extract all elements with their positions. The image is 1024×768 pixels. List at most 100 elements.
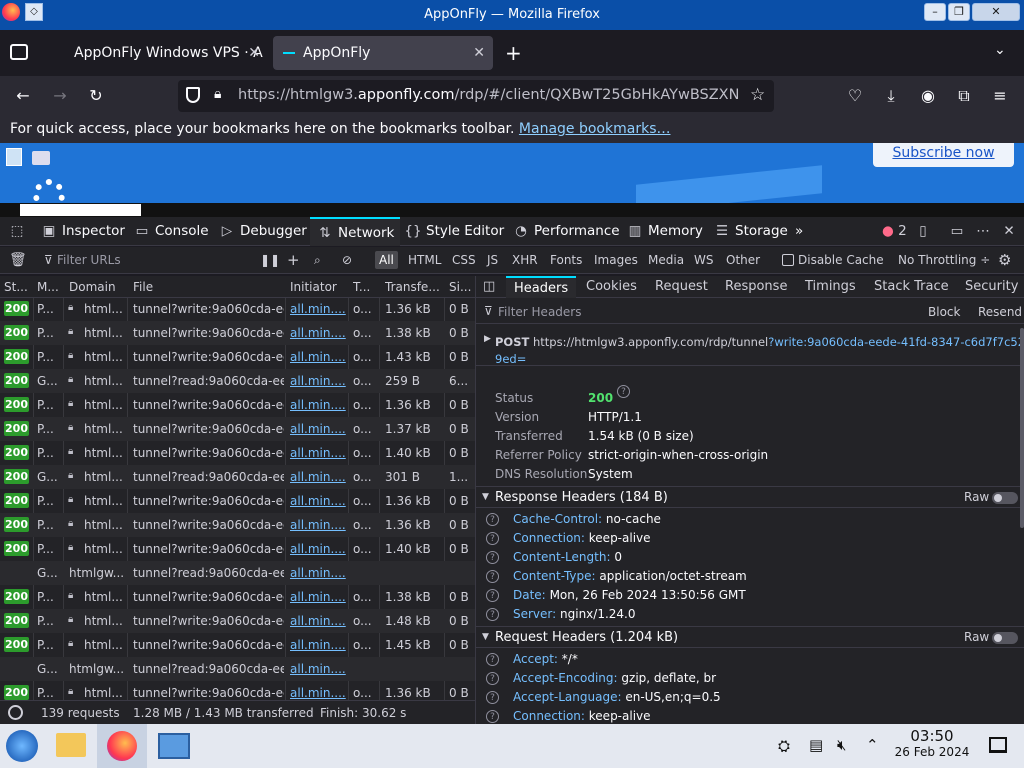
- remote-desktop-icon[interactable]: [158, 733, 190, 759]
- firefox-view-icon[interactable]: [10, 44, 28, 60]
- tab-cookies[interactable]: Cookies: [586, 279, 637, 294]
- column-initiator[interactable]: Initiator: [290, 280, 346, 294]
- tab-memory[interactable]: ▥ Memory: [626, 217, 703, 246]
- close-tab-icon[interactable]: ✕: [473, 36, 485, 70]
- bookmark-star-icon[interactable]: ☆: [750, 85, 765, 105]
- tab-console[interactable]: ▭ Console: [133, 217, 209, 246]
- header-help-icon[interactable]: ?: [486, 513, 499, 526]
- tab-timings[interactable]: Timings: [805, 279, 856, 294]
- lock-icon[interactable]: 🔒︎: [214, 86, 221, 102]
- start-button[interactable]: [6, 730, 38, 762]
- tab-security[interactable]: Security: [965, 279, 1018, 294]
- filter-xhr-button[interactable]: XHR: [508, 251, 542, 269]
- expand-arrow-icon[interactable]: ▶: [484, 334, 491, 344]
- initiator-link[interactable]: all.min....: [290, 542, 346, 556]
- table-row[interactable]: 200 P... 🔒︎ html... tunnel?write:9a060cda-ee…: [0, 489, 475, 513]
- throttling-select[interactable]: No Throttling ÷: [898, 247, 990, 273]
- initiator-link[interactable]: all.min....: [290, 518, 346, 532]
- request-headers-section[interactable]: ▼ Request Headers (1.204 kB) Raw: [476, 626, 1024, 648]
- initiator-link[interactable]: all.min....: [290, 350, 346, 364]
- disable-cache-label[interactable]: Disable Cache: [798, 247, 884, 273]
- column-transferred[interactable]: Transfe...: [385, 280, 443, 294]
- disable-cache-checkbox[interactable]: [782, 254, 794, 266]
- header-row[interactable]: Cache-Control: no-cache: [513, 512, 661, 526]
- table-row[interactable]: G... htmlgw... tunnel?read:9a060cda-eede al…: [0, 657, 475, 681]
- search-icon[interactable]: ⌕: [314, 247, 321, 273]
- new-tab-icon[interactable]: +: [505, 41, 522, 65]
- tab-debugger[interactable]: ▷ Debugger: [218, 217, 307, 246]
- recycle-bin-icon[interactable]: [6, 148, 22, 166]
- resend-button[interactable]: Resend: [978, 305, 1022, 319]
- url-bar[interactable]: 🔒︎ https://htmlgw3.apponfly.com/rdp/#/cl…: [178, 80, 774, 112]
- initiator-link[interactable]: all.min....: [290, 686, 346, 700]
- header-row[interactable]: Content-Type: application/octet-stream: [513, 569, 747, 583]
- filter-headers-input[interactable]: Filter Headers: [498, 305, 581, 319]
- header-row[interactable]: Accept: */*: [513, 652, 578, 666]
- table-row[interactable]: 200 P... 🔒︎ html... tunnel?write:9a060cda-ee…: [0, 681, 475, 700]
- block-button[interactable]: Block: [928, 305, 960, 319]
- request-url[interactable]: https://htmlgw3.apponfly.com/rdp/tunnel?…: [533, 335, 1024, 349]
- account-icon[interactable]: ◉: [917, 85, 939, 107]
- pick-element-icon[interactable]: ⬚: [8, 217, 30, 246]
- table-row[interactable]: G... htmlgw... tunnel?read:9a060cda-eede al…: [0, 561, 475, 585]
- minimize-button[interactable]: –: [924, 3, 946, 21]
- table-row[interactable]: 200 P... 🔒︎ html... tunnel?write:9a060cda-ee…: [0, 609, 475, 633]
- header-row[interactable]: Accept-Encoding: gzip, deflate, br: [513, 671, 716, 685]
- header-help-icon[interactable]: ?: [486, 653, 499, 666]
- tab-headers[interactable]: Headers: [506, 276, 577, 298]
- add-request-icon[interactable]: +: [287, 247, 300, 273]
- show-desktop-icon[interactable]: [989, 737, 1007, 753]
- remote-desktop-view[interactable]: Subscribe now: [0, 143, 1024, 217]
- clock[interactable]: 03:50 26 Feb 2024: [890, 727, 974, 759]
- header-row[interactable]: Server: nginx/1.24.0: [513, 607, 636, 621]
- header-help-icon[interactable]: ?: [486, 608, 499, 621]
- table-row[interactable]: 200 P... 🔒︎ html... tunnel?write:9a060cda-ee…: [0, 633, 475, 657]
- back-icon[interactable]: ←: [12, 85, 34, 107]
- initiator-link[interactable]: all.min....: [290, 566, 346, 580]
- initiator-link[interactable]: all.min....: [290, 302, 346, 316]
- column-type[interactable]: T...: [353, 280, 377, 294]
- table-row[interactable]: 200 P... 🔒︎ html... tunnel?write:9a060cda-ee…: [0, 585, 475, 609]
- initiator-link[interactable]: all.min....: [290, 326, 346, 340]
- filter-html-button[interactable]: HTML: [404, 251, 445, 269]
- initiator-link[interactable]: all.min....: [290, 398, 346, 412]
- network-settings-gear-icon[interactable]: ⚙: [998, 247, 1011, 273]
- table-row[interactable]: 200 G... 🔒︎ html... tunnel?read:9a060cda-eed…: [0, 465, 475, 489]
- initiator-link[interactable]: all.min....: [290, 446, 346, 460]
- status-help-icon[interactable]: ?: [617, 385, 630, 398]
- initiator-link[interactable]: all.min....: [290, 470, 346, 484]
- initiator-link[interactable]: all.min....: [290, 494, 346, 508]
- manage-bookmarks-link[interactable]: Manage bookmarks…: [519, 121, 671, 137]
- tab-inspector[interactable]: ▣ Inspector: [40, 217, 125, 246]
- initiator-link[interactable]: all.min....: [290, 614, 346, 628]
- error-count-badge[interactable]: ● 2: [882, 217, 907, 246]
- initiator-link[interactable]: all.min....: [290, 590, 346, 604]
- toggle-panel-icon[interactable]: ◫: [483, 279, 495, 294]
- tab-style-editor[interactable]: {} Style Editor: [404, 217, 504, 246]
- tab-stack-trace[interactable]: Stack Trace: [874, 279, 949, 294]
- app-menu-icon[interactable]: ≡: [989, 85, 1011, 107]
- initiator-link[interactable]: all.min....: [290, 638, 346, 652]
- downloads-icon[interactable]: ⤓: [880, 85, 902, 107]
- column-file[interactable]: File: [133, 280, 283, 294]
- table-row[interactable]: 200 P... 🔒︎ html... tunnel?write:9a060cda-ee…: [0, 345, 475, 369]
- table-row[interactable]: 200 P... 🔒︎ html... tunnel?write:9a060cda-ee…: [0, 297, 475, 321]
- filter-ws-button[interactable]: WS: [690, 251, 717, 269]
- table-row[interactable]: 200 P... 🔒︎ html... tunnel?write:9a060cda-ee…: [0, 441, 475, 465]
- header-row[interactable]: Accept-Language: en-US,en;q=0.5: [513, 690, 721, 704]
- column-status[interactable]: St...: [4, 280, 32, 294]
- filter-urls-input[interactable]: Filter URLs: [57, 247, 247, 273]
- list-all-tabs-icon[interactable]: ⌄: [994, 42, 1006, 58]
- clear-requests-icon[interactable]: 🗑︎: [9, 247, 27, 273]
- tracking-protection-icon[interactable]: [186, 87, 200, 103]
- tab-response[interactable]: Response: [725, 279, 787, 294]
- responsive-design-icon[interactable]: ▭: [948, 217, 970, 246]
- desktop-shortcut-icon[interactable]: [32, 151, 50, 165]
- header-help-icon[interactable]: ?: [486, 672, 499, 685]
- header-help-icon[interactable]: ?: [486, 691, 499, 704]
- tray-accessibility-icon[interactable]: ⛭: [778, 737, 790, 755]
- table-row[interactable]: 200 P... 🔒︎ html... tunnel?write:9a060cda-ee…: [0, 537, 475, 561]
- table-row[interactable]: 200 P... 🔒︎ html... tunnel?write:9a060cda-ee…: [0, 513, 475, 537]
- header-row[interactable]: Connection: keep-alive: [513, 709, 651, 723]
- close-window-button[interactable]: ✕: [972, 3, 1020, 21]
